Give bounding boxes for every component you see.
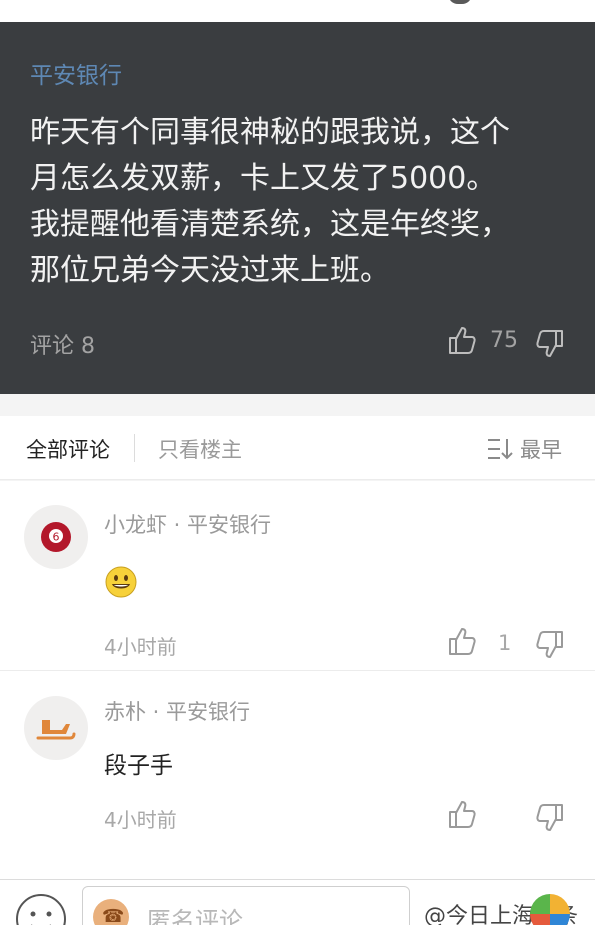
- anonymous-phone-icon: ☎: [93, 899, 129, 925]
- comment-like-count: 1: [498, 631, 512, 655]
- post-comment-count[interactable]: 评论 8: [30, 328, 95, 360]
- tab-divider: [134, 434, 135, 462]
- avatar[interactable]: 6: [24, 505, 88, 569]
- thumbs-up-icon[interactable]: [446, 625, 478, 657]
- thumbs-down-icon[interactable]: [534, 328, 566, 360]
- emoji-face-icon[interactable]: [14, 892, 68, 925]
- comment-item: 赤朴 · 平安银行 段子手 4小时前: [0, 674, 595, 854]
- comment-author[interactable]: 小龙虾 · 平安银行: [104, 509, 271, 539]
- post-like-count: 75: [490, 328, 518, 353]
- avatar-badge: 6: [53, 531, 60, 544]
- comment-input-placeholder: 匿名评论: [147, 907, 243, 925]
- post-line: 月怎么发双薪，卡上又发了5000。: [30, 161, 497, 196]
- top-strip: [0, 0, 595, 22]
- thumbs-down-icon[interactable]: [534, 629, 566, 661]
- sort-earliest[interactable]: 最早: [520, 434, 562, 464]
- smiling-face-emoji-icon: [105, 566, 137, 598]
- post-line: 那位兄弟今天没过来上班。: [30, 253, 390, 288]
- avatar[interactable]: [24, 696, 88, 760]
- status-mark: [448, 0, 472, 4]
- comment-time: 4小时前: [104, 808, 177, 832]
- comment-input[interactable]: ☎ 匿名评论: [82, 886, 410, 925]
- comment-item: 6 小龙虾 · 平安银行 4小时前 1: [0, 481, 595, 671]
- thumbs-up-icon[interactable]: [446, 324, 478, 356]
- comment-list: 6 小龙虾 · 平安银行 4小时前 1 赤朴 · 平安银行 段子手 4小时前: [0, 481, 595, 879]
- billiard-ball-icon: 6: [41, 522, 71, 552]
- sled-icon: [36, 720, 76, 740]
- post-card: 平安银行 昨天有个同事很神秘的跟我说，这个 月怎么发双薪，卡上又发了5000。 …: [0, 22, 595, 394]
- comment-tabs: 全部评论 只看楼主 最早: [0, 416, 595, 480]
- thumbs-down-icon[interactable]: [534, 802, 566, 834]
- pinwheel-logo-icon: [530, 894, 570, 925]
- sort-icon[interactable]: [486, 436, 514, 462]
- comment-text: 段子手: [104, 753, 173, 779]
- thumbs-up-icon[interactable]: [446, 798, 478, 830]
- post-source[interactable]: 平安银行: [30, 56, 122, 90]
- comment-author[interactable]: 赤朴 · 平安银行: [104, 696, 250, 726]
- post-body: 昨天有个同事很神秘的跟我说，这个 月怎么发双薪，卡上又发了5000。 我提醒他看…: [30, 110, 570, 294]
- post-line: 我提醒他看清楚系统，这是年终奖，: [30, 207, 510, 242]
- comment-time: 4小时前: [104, 635, 177, 659]
- bottom-bar: ☎ 匿名评论 @今日上海头条: [0, 879, 595, 925]
- tab-host-only[interactable]: 只看楼主: [158, 434, 242, 464]
- post-line: 昨天有个同事很神秘的跟我说，这个: [30, 115, 510, 150]
- tab-all-comments[interactable]: 全部评论: [26, 434, 110, 464]
